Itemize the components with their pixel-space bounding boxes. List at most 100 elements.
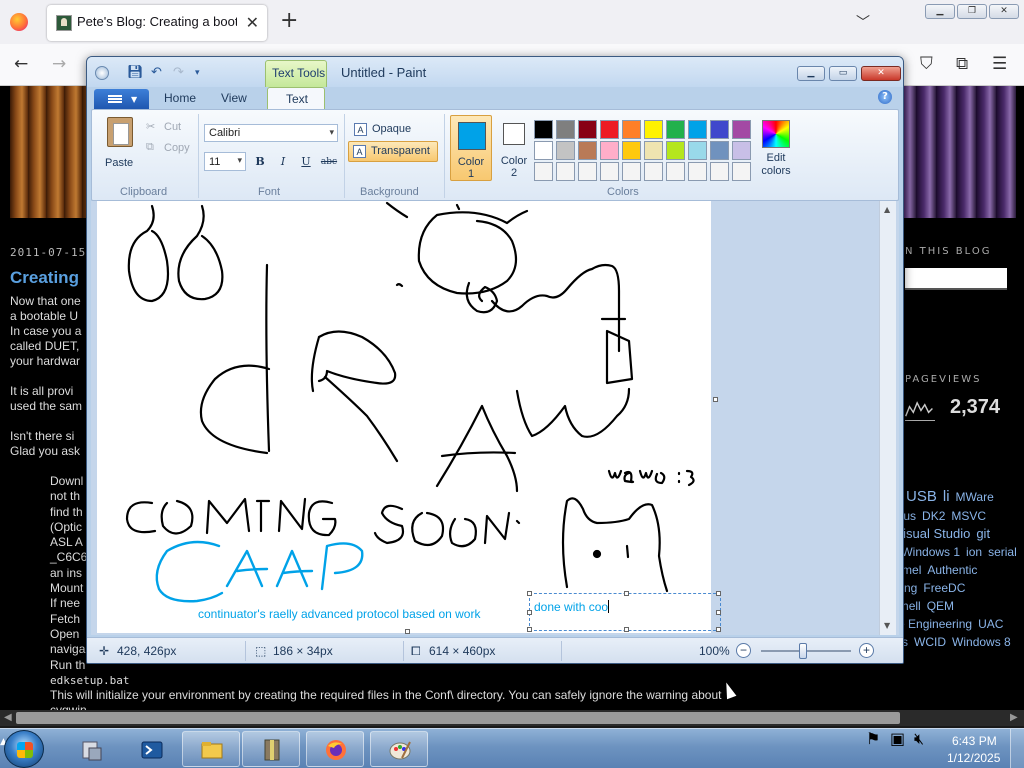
- paint-minimize-button[interactable]: ▁: [797, 66, 825, 81]
- save-icon[interactable]: 💾︎: [127, 65, 144, 80]
- browser-close-button[interactable]: ✕: [989, 4, 1019, 19]
- italic-button[interactable]: I: [273, 152, 293, 171]
- sidebar-label-link[interactable]: UAC: [978, 617, 1003, 631]
- resize-handle[interactable]: [527, 627, 532, 632]
- palette-swatch[interactable]: [732, 141, 751, 160]
- palette-swatch[interactable]: [666, 120, 685, 139]
- sidebar-label-link[interactable]: Visual Studio: [895, 526, 971, 541]
- palette-swatch[interactable]: [710, 120, 729, 139]
- redo-icon[interactable]: ↷: [173, 65, 184, 80]
- taskbar-server-manager[interactable]: [62, 731, 120, 767]
- clock-time[interactable]: 6:43 PM: [952, 734, 997, 748]
- post-title-link[interactable]: Creating: [10, 268, 79, 288]
- text-box-content[interactable]: done with coo: [534, 600, 610, 614]
- sidebar-label-link[interactable]: Windows 8: [952, 635, 1011, 649]
- resize-handle[interactable]: [716, 627, 721, 632]
- sidebar-label-link[interactable]: FreeDC: [923, 581, 965, 595]
- palette-swatch[interactable]: [644, 120, 663, 139]
- scroll-left-icon[interactable]: ◀: [4, 712, 12, 723]
- sidebar-label-link[interactable]: git: [976, 526, 990, 541]
- palette-swatch[interactable]: [644, 141, 663, 160]
- paint-menu-button[interactable]: ▼: [94, 89, 149, 109]
- palette-swatch[interactable]: [688, 120, 707, 139]
- palette-swatch[interactable]: [578, 162, 597, 181]
- active-text-box[interactable]: done with coo: [527, 591, 721, 632]
- palette-swatch[interactable]: [556, 120, 575, 139]
- resize-handle[interactable]: [527, 591, 532, 596]
- browser-horizontal-scrollbar[interactable]: ◀ ▶: [0, 710, 1024, 726]
- back-arrow-icon[interactable]: ←: [14, 54, 28, 74]
- canvas-resize-handle-bottom[interactable]: [405, 629, 410, 634]
- start-button[interactable]: [4, 730, 44, 768]
- paint-maximize-button[interactable]: ▭: [829, 66, 857, 81]
- tab-view[interactable]: View: [221, 91, 247, 105]
- volume-muted-icon[interactable]: 🔇︎: [914, 729, 924, 749]
- strikethrough-button[interactable]: abc: [319, 152, 339, 171]
- copy-button[interactable]: Copy: [164, 142, 190, 154]
- paint-titlebar[interactable]: 💾︎ ↶ ↷ ▾ Text Tools Untitled - Paint ▁ ▭…: [87, 57, 903, 87]
- tab-home[interactable]: Home: [164, 91, 196, 105]
- taskbar-explorer[interactable]: [182, 731, 240, 767]
- palette-swatch[interactable]: [710, 141, 729, 160]
- zoom-in-button[interactable]: +: [859, 643, 874, 658]
- palette-swatch[interactable]: [600, 141, 619, 160]
- tab-list-chevron-icon[interactable]: ﹀: [856, 12, 870, 32]
- customize-quick-access-icon[interactable]: ▾: [195, 68, 200, 78]
- canvas-vertical-scrollbar[interactable]: ▲ ▼: [879, 201, 896, 635]
- tab-text[interactable]: Text: [267, 87, 325, 110]
- underline-button[interactable]: U: [296, 152, 316, 171]
- browser-tab[interactable]: Pete's Blog: Creating a bootable ✕: [47, 5, 267, 41]
- palette-swatch[interactable]: [556, 162, 575, 181]
- palette-swatch[interactable]: [666, 141, 685, 160]
- clock-date[interactable]: 1/12/2025: [947, 751, 1000, 765]
- help-icon[interactable]: ?: [878, 90, 892, 104]
- sidebar-label-link[interactable]: li: [943, 488, 950, 505]
- sidebar-label-link[interactable]: QEM: [927, 599, 954, 613]
- taskbar-paint[interactable]: [370, 731, 428, 767]
- resize-handle[interactable]: [527, 610, 532, 615]
- scrollbar-thumb[interactable]: [16, 712, 900, 724]
- firefox-view-icon[interactable]: [10, 13, 28, 31]
- paint-close-button[interactable]: ✕: [861, 66, 901, 81]
- resize-handle[interactable]: [624, 627, 629, 632]
- palette-swatch[interactable]: [534, 120, 553, 139]
- palette-swatch[interactable]: [710, 162, 729, 181]
- forward-arrow-icon[interactable]: →: [52, 54, 66, 74]
- resize-handle[interactable]: [624, 591, 629, 596]
- scroll-right-icon[interactable]: ▶: [1010, 712, 1018, 723]
- drawing-canvas[interactable]: continuator's raelly advanced protocol b…: [97, 201, 721, 633]
- bold-button[interactable]: B: [250, 152, 270, 171]
- resize-handle[interactable]: [716, 591, 721, 596]
- sidebar-label-link[interactable]: Windows 1: [901, 545, 960, 559]
- palette-swatch[interactable]: [644, 162, 663, 181]
- palette-swatch[interactable]: [732, 120, 751, 139]
- scroll-up-icon[interactable]: ▲: [884, 205, 890, 214]
- taskbar-archive[interactable]: [242, 731, 300, 767]
- palette-swatch[interactable]: [666, 162, 685, 181]
- sidebar-label-link[interactable]: Authentic: [927, 563, 977, 577]
- zoom-out-button[interactable]: −: [736, 643, 751, 658]
- transparent-button[interactable]: A Transparent: [348, 141, 438, 162]
- browser-restore-button[interactable]: ❐: [957, 4, 987, 19]
- sidebar-label-link[interactable]: ion: [966, 545, 982, 559]
- pocket-icon[interactable]: ⛉: [920, 54, 933, 74]
- tab-close-icon[interactable]: ✕: [246, 13, 259, 32]
- palette-swatch[interactable]: [600, 120, 619, 139]
- font-family-select[interactable]: Calibri: [204, 124, 338, 142]
- sidebar-label-link[interactable]: WCID: [914, 635, 946, 649]
- taskbar-powershell[interactable]: [122, 731, 180, 767]
- canvas-resize-handle-right[interactable]: [713, 397, 718, 402]
- sidebar-label-link[interactable]: MSVC: [951, 509, 986, 523]
- palette-swatch[interactable]: [622, 141, 641, 160]
- sidebar-label-link[interactable]: serial: [988, 545, 1017, 559]
- paint-app-icon[interactable]: [95, 66, 109, 80]
- cut-button[interactable]: Cut: [164, 121, 181, 133]
- palette-swatch[interactable]: [534, 162, 553, 181]
- palette-swatch[interactable]: [622, 162, 641, 181]
- color-2-button[interactable]: Color 2: [496, 115, 536, 181]
- extensions-icon[interactable]: ⧉: [956, 54, 968, 74]
- palette-swatch[interactable]: [578, 141, 597, 160]
- new-tab-button[interactable]: +: [280, 10, 298, 32]
- palette-swatch[interactable]: [732, 162, 751, 181]
- network-icon[interactable]: ▣: [890, 729, 905, 748]
